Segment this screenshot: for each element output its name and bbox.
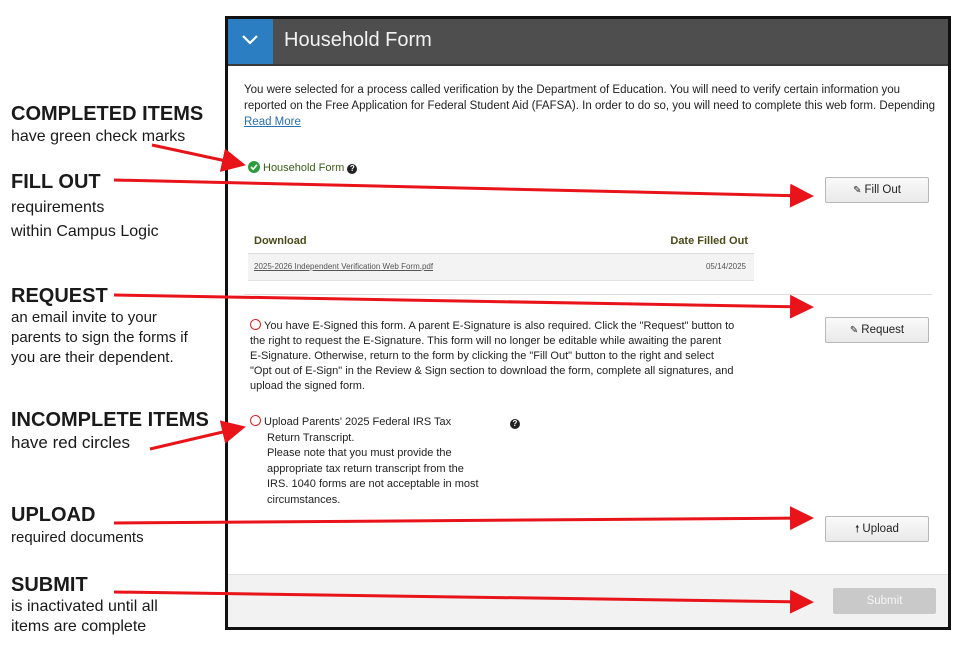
- arrow-completed: [151, 143, 246, 172]
- arrow-submit: [113, 589, 814, 614]
- arrow-incomplete: [149, 420, 246, 451]
- arrow-fill-out: [113, 178, 814, 208]
- arrow-upload: [113, 506, 814, 531]
- annotation-arrows: [113, 143, 814, 614]
- arrow-request: [113, 293, 814, 319]
